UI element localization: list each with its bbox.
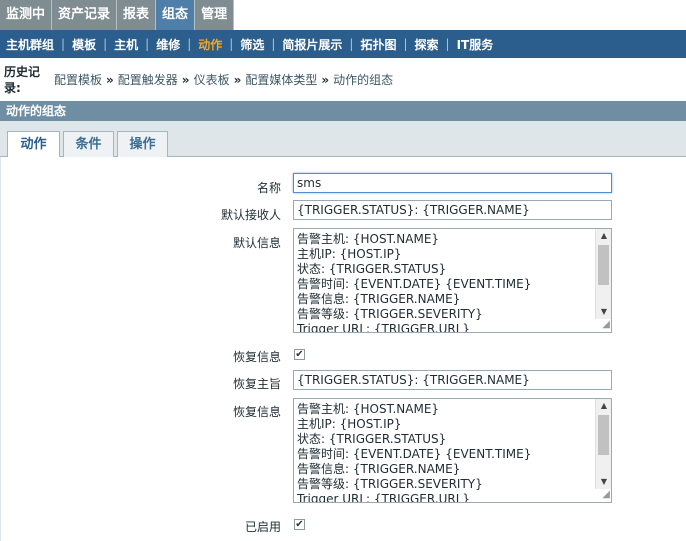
sub-menu-maps[interactable]: 拓扑图 [360,36,396,53]
tab-action[interactable]: 动作 [7,131,60,158]
separator: | [61,37,66,51]
breadcrumb: 配置模板» 配置触发器» 仪表板» 配置媒体类型» 动作的组态 [54,71,393,88]
resize-grip-icon[interactable]: ◢ [598,319,610,331]
text-line: 告警等级: {TRIGGER.SEVERITY} [297,477,483,491]
history-label: 历史记录: [4,65,41,95]
recovery-message-label: 恢复信息 [232,350,281,364]
text-line: 状态: {TRIGGER.STATUS} [297,432,447,446]
recovery-subject-label: 恢复主旨 [232,377,281,391]
text-line: 告警信息: {TRIGGER.NAME} [297,292,461,306]
recovery-info-label: 恢复信息 [232,405,281,419]
scrollbar[interactable]: ▲ ▼ [595,399,611,489]
section-title: 动作的组态 [0,101,686,121]
breadcrumb-current[interactable]: 动作的组态 [333,73,393,87]
text-line: 状态: {TRIGGER.STATUS} [297,262,447,276]
text-line: 告警主机: {HOST.NAME} [297,402,440,416]
text-line: 告警主机: {HOST.NAME} [297,232,440,246]
separator: | [271,37,276,51]
separator: | [403,37,408,51]
sub-menu-hosts[interactable]: 主机 [114,36,138,53]
sub-menu-maintenance[interactable]: 维修 [156,36,180,53]
top-menu-monitoring[interactable]: 监测中 [0,0,53,30]
breadcrumb-arrow: » [181,73,190,87]
separator: | [445,37,450,51]
recovery-subject-input[interactable]: {TRIGGER.STATUS}: {TRIGGER.NAME} [293,370,612,390]
recovery-info-textarea[interactable]: 告警主机: {HOST.NAME} 主机IP: {HOST.IP} 状态: {T… [293,398,612,503]
resize-grip-icon[interactable]: ◢ [598,489,610,501]
recovery-message-checkbox[interactable]: ✔ [294,349,305,360]
sub-menu-actions[interactable]: 动作 [198,36,222,53]
text-line: Trigger URL: {TRIGGER.URL} [297,492,471,503]
sub-menu-host-groups[interactable]: 主机群组 [6,36,54,53]
breadcrumb-link[interactable]: 配置模板 [54,73,102,87]
sub-menu-filters[interactable]: 筛选 [240,36,264,53]
default-message-label: 默认信息 [232,236,281,250]
scroll-thumb[interactable] [598,245,609,285]
tab-bar: 动作 条件 操作 [0,121,686,158]
top-menu-administration[interactable]: 管理 [195,0,235,30]
top-menu-reports[interactable]: 报表 [117,0,157,30]
top-menu-configuration[interactable]: 组态 [156,0,196,30]
separator: | [145,37,150,51]
breadcrumb-arrow: » [233,73,242,87]
scroll-down-icon[interactable]: ▼ [596,475,611,489]
default-recipient-input[interactable]: {TRIGGER.STATUS}: {TRIGGER.NAME} [293,200,612,220]
breadcrumb-arrow: » [321,73,330,87]
tab-conditions[interactable]: 条件 [63,131,114,158]
breadcrumb-link[interactable]: 配置触发器 [118,73,178,87]
name-label: 名称 [256,181,281,195]
top-menu-inventory[interactable]: 资产记录 [52,0,118,30]
sub-menu-slide-shows[interactable]: 简报片展示 [282,36,342,53]
name-input[interactable]: sms [293,173,612,193]
action-form: 名称 sms 默认接收人 {TRIGGER.STATUS}: {TRIGGER.… [0,157,686,541]
scroll-up-icon[interactable]: ▲ [596,229,611,243]
sub-menu-it-services[interactable]: IT服务 [457,36,494,53]
separator: | [229,37,234,51]
history-bar: 历史记录: 配置模板» 配置触发器» 仪表板» 配置媒体类型» 动作的组态 [0,58,686,98]
text-line: 告警等级: {TRIGGER.SEVERITY} [297,307,483,321]
separator: | [349,37,354,51]
enabled-checkbox[interactable]: ✔ [294,519,305,530]
scroll-thumb[interactable] [598,415,609,455]
default-recipient-label: 默认接收人 [220,208,281,222]
sub-menu-templates[interactable]: 模板 [72,36,96,53]
scroll-down-icon[interactable]: ▼ [596,305,611,319]
text-line: 主机IP: {HOST.IP} [297,247,402,261]
separator: | [187,37,192,51]
separator: | [103,37,108,51]
breadcrumb-arrow: » [106,73,114,87]
enabled-label: 已启用 [244,520,281,534]
tab-operations[interactable]: 操作 [117,131,168,158]
text-line: 主机IP: {HOST.IP} [297,417,402,431]
sub-menu-discovery[interactable]: 探索 [415,36,439,53]
sub-menu: 主机群组 | 模板 | 主机 | 维修 | 动作 | 筛选 | 简报片展示 | … [0,30,686,58]
text-line: 告警时间: {EVENT.DATE} {EVENT.TIME} [297,277,532,291]
text-line: 告警信息: {TRIGGER.NAME} [297,462,461,476]
default-message-textarea[interactable]: 告警主机: {HOST.NAME} 主机IP: {HOST.IP} 状态: {T… [293,228,612,333]
scroll-up-icon[interactable]: ▲ [596,399,611,413]
text-line: 告警时间: {EVENT.DATE} {EVENT.TIME} [297,447,532,461]
breadcrumb-link[interactable]: 配置媒体类型 [245,73,317,87]
text-line: Trigger URL: {TRIGGER.URL} [297,322,471,333]
breadcrumb-link[interactable]: 仪表板 [194,73,230,87]
scrollbar[interactable]: ▲ ▼ [595,229,611,319]
top-menu: 监测中 资产记录 报表 组态 管理 [0,0,235,30]
